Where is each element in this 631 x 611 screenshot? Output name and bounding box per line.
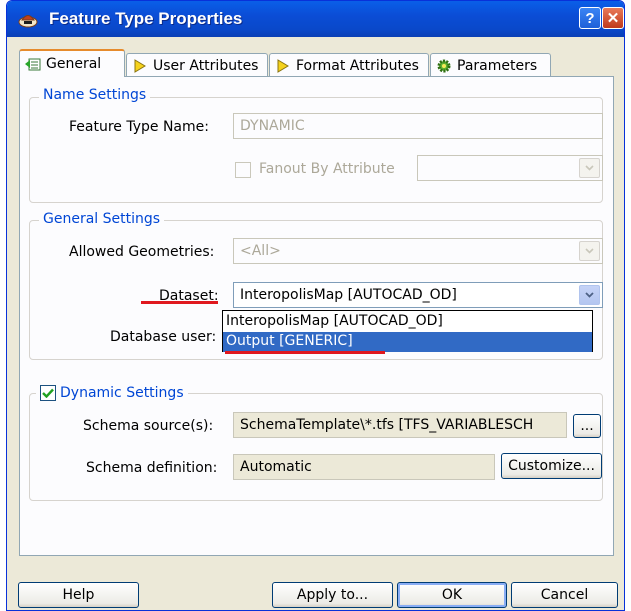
checkmark-icon: [42, 388, 54, 398]
tab-parameters-label: Parameters: [457, 57, 538, 74]
schema-definition-field: Automatic: [233, 454, 495, 480]
annotation-underline-dataset: [141, 301, 218, 304]
fanout-checkbox[interactable]: [235, 162, 251, 178]
window-title: Feature Type Properties: [49, 9, 243, 28]
dynamic-settings-checkbox[interactable]: [40, 385, 56, 401]
title-bar[interactable]: Feature Type Properties ? ✕: [7, 1, 624, 37]
gear-icon: [437, 59, 451, 72]
annotation-underline-output: [225, 351, 385, 354]
dataset-option-selected[interactable]: Output [GENERIC]: [223, 332, 592, 352]
schema-sources-field[interactable]: SchemaTemplate\*.tfs [TFS_VARIABLESCH: [233, 412, 567, 438]
dataset-option[interactable]: InteropolisMap [AUTOCAD_OD]: [223, 312, 592, 332]
allowed-geometries-combo[interactable]: <All>: [233, 238, 603, 264]
allowed-geometries-label: Allowed Geometries:: [69, 244, 215, 260]
dynamic-settings-group: [29, 393, 603, 501]
name-settings-title: Name Settings: [39, 87, 151, 103]
chevron-down-icon: [579, 158, 600, 178]
tab-format-attributes-label: Format Attributes: [296, 57, 419, 74]
database-user-label: Database user:: [110, 329, 217, 345]
yellow-diamond-arrow-icon: [134, 58, 146, 73]
fanout-label: Fanout By Attribute: [259, 161, 395, 177]
fme-app-icon: [18, 15, 38, 28]
allowed-geometries-value: <All>: [240, 243, 281, 259]
chevron-down-icon[interactable]: [579, 285, 600, 305]
help-title-button[interactable]: ?: [579, 7, 601, 29]
feature-type-name-label: Feature Type Name:: [69, 119, 209, 135]
tab-format-attributes[interactable]: Format Attributes: [269, 53, 429, 77]
dataset-value: InteropolisMap [AUTOCAD_OD]: [240, 287, 457, 303]
chevron-down-icon: [579, 241, 600, 261]
help-button[interactable]: Help: [18, 582, 139, 608]
dynamic-settings-header: Dynamic Settings: [36, 383, 188, 403]
fanout-attribute-combo[interactable]: [417, 155, 603, 181]
general-settings-title: General Settings: [39, 211, 165, 227]
apply-to-button[interactable]: Apply to...: [272, 582, 393, 608]
feature-type-properties-dialog: Feature Type Properties ? ✕ General User…: [6, 0, 625, 611]
schema-definition-label: Schema definition:: [86, 460, 218, 476]
browse-button[interactable]: ...: [573, 414, 601, 438]
dynamic-settings-title: Dynamic Settings: [60, 385, 184, 401]
general-tab-icon: [25, 58, 41, 71]
tab-user-attributes-label: User Attributes: [153, 57, 259, 74]
tab-general[interactable]: General: [19, 49, 125, 77]
cancel-button[interactable]: Cancel: [511, 582, 618, 608]
tab-general-label: General: [46, 56, 102, 72]
dataset-combo[interactable]: InteropolisMap [AUTOCAD_OD]: [233, 282, 603, 308]
customize-button[interactable]: Customize...: [501, 453, 602, 479]
tab-user-attributes[interactable]: User Attributes: [126, 53, 268, 77]
feature-type-name-field[interactable]: DYNAMIC: [233, 113, 603, 139]
ok-button[interactable]: OK: [397, 582, 507, 608]
close-title-button[interactable]: ✕: [602, 7, 624, 29]
yellow-diamond-arrow-icon: [277, 58, 289, 73]
schema-sources-label: Schema source(s):: [83, 418, 214, 434]
tab-parameters[interactable]: Parameters: [430, 53, 551, 77]
dataset-dropdown-list: InteropolisMap [AUTOCAD_OD] Output [GENE…: [222, 310, 593, 352]
